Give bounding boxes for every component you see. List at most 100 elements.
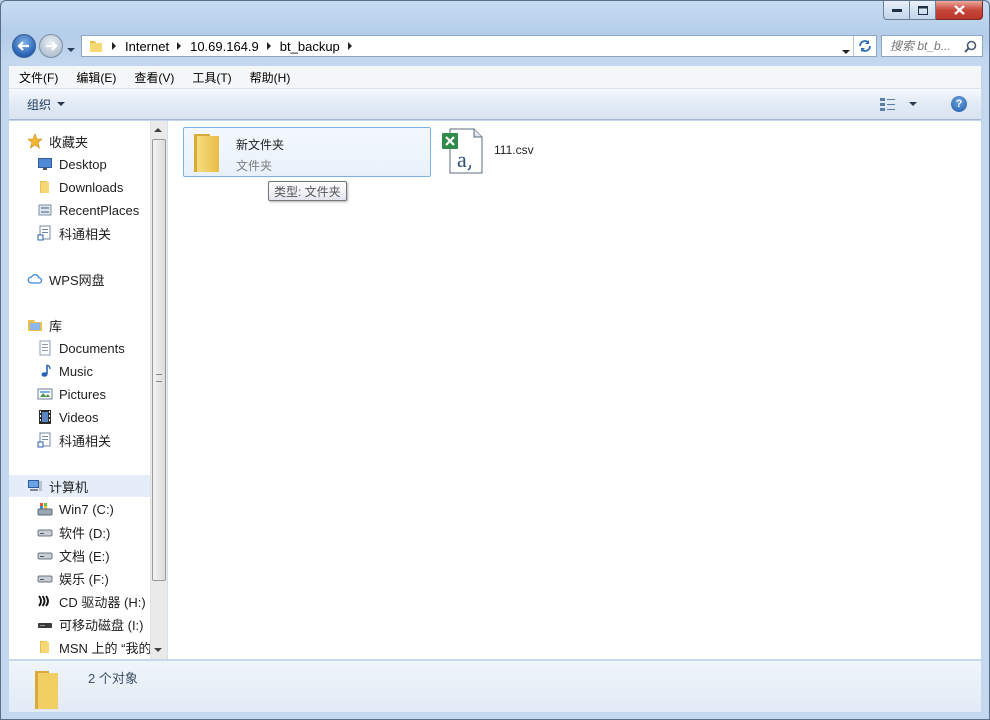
folder-icon	[90, 41, 102, 52]
view-options-icon	[880, 98, 895, 111]
music-icon	[41, 364, 51, 377]
refresh-button[interactable]	[853, 36, 876, 56]
search-input[interactable]	[890, 39, 968, 53]
help-icon[interactable]: ?	[951, 96, 967, 112]
breadcrumb-arrow[interactable]	[347, 42, 352, 50]
explorer-window: Internet 10.69.164.9 bt_backup 搜索 bt_b..…	[0, 0, 990, 720]
nav-item-msn[interactable]: MSN 上的 “我的	[37, 636, 150, 658]
back-button[interactable]	[12, 34, 36, 58]
maximize-button[interactable]	[910, 1, 936, 20]
nav-item-label: 可移动磁盘 (I:)	[59, 617, 144, 633]
minimize-icon	[891, 9, 902, 12]
nav-item-label: Documents	[59, 340, 125, 356]
folder-tile[interactable]: 新文件夹 文件夹	[183, 127, 431, 177]
nav-libraries[interactable]: 库	[27, 314, 62, 336]
nav-wps[interactable]: WPS网盘	[27, 268, 105, 290]
nav-favorites[interactable]: 收藏夹	[27, 130, 88, 152]
nav-item-ketong-lib[interactable]: 科通相关	[37, 429, 111, 451]
drive-icon	[37, 529, 53, 537]
computer-icon	[28, 480, 42, 491]
system-drive-icon	[37, 503, 53, 516]
minimize-button[interactable]	[883, 1, 910, 20]
nav-item-videos[interactable]: Videos	[37, 406, 99, 428]
chevron-down-icon[interactable]	[909, 102, 917, 106]
documents-icon	[39, 340, 51, 356]
back-arrow-icon	[17, 41, 29, 51]
pictures-icon	[37, 388, 53, 400]
drive-icon	[37, 552, 53, 560]
nav-computer[interactable]: 计算机	[9, 475, 150, 497]
nav-item-desktop[interactable]: Desktop	[37, 153, 107, 175]
recent-pages-dropdown[interactable]	[67, 42, 75, 56]
menu-file[interactable]: 文件(F)	[9, 69, 66, 86]
nav-item-recentplaces[interactable]: RecentPlaces	[37, 199, 139, 221]
search-icon[interactable]	[964, 40, 977, 53]
breadcrumb-internet[interactable]: Internet	[125, 39, 169, 54]
main-area: 收藏夹 Desktop Downloads RecentPlaces 科通相关 …	[9, 121, 981, 659]
nav-item-drive-h[interactable]: CD 驱动器 (H:) I	[37, 590, 150, 612]
nav-item-label: Music	[59, 363, 93, 379]
close-icon	[953, 5, 965, 15]
forward-arrow-icon	[46, 41, 58, 51]
nav-item-label: Desktop	[59, 156, 107, 172]
menu-tools[interactable]: 工具(T)	[182, 69, 239, 86]
navigation-bar: Internet 10.69.164.9 bt_backup	[9, 33, 983, 59]
nav-item-drive-e[interactable]: 文档 (E:)	[37, 544, 110, 566]
nav-item-label: 文档 (E:)	[59, 548, 110, 564]
forward-button[interactable]	[39, 34, 63, 58]
desktop-icon	[38, 158, 52, 170]
change-view-button[interactable]	[879, 97, 917, 111]
file-list: 新文件夹 文件夹 类型: 文件夹 a 111.csv	[168, 121, 981, 659]
nav-item-label: 软件 (D:)	[59, 525, 111, 541]
scroll-grip	[156, 374, 162, 382]
close-button[interactable]	[936, 1, 983, 20]
nav-item-label: MSN 上的 “我的	[59, 640, 150, 656]
cd-drive-icon	[38, 595, 49, 607]
nav-wps-label: WPS网盘	[49, 272, 105, 288]
breadcrumb-server[interactable]: 10.69.164.9	[190, 39, 259, 54]
navigation-pane: 收藏夹 Desktop Downloads RecentPlaces 科通相关 …	[9, 121, 150, 659]
menu-edit[interactable]: 编辑(E)	[66, 69, 124, 86]
scroll-up-icon[interactable]	[154, 128, 162, 132]
folder-icon	[35, 671, 58, 709]
search-box[interactable]	[881, 35, 983, 57]
library-icon	[28, 320, 42, 331]
details-pane: 2 个对象	[9, 660, 981, 712]
address-history-dropdown[interactable]	[842, 44, 850, 58]
breadcrumb-arrow[interactable]	[177, 42, 182, 50]
organize-label: 组织	[27, 97, 52, 112]
nav-item-downloads[interactable]: Downloads	[37, 176, 123, 198]
nav-item-pictures[interactable]: Pictures	[37, 383, 106, 405]
address-bar[interactable]: Internet 10.69.164.9 bt_backup	[81, 35, 877, 57]
menu-help[interactable]: 帮助(H)	[240, 69, 299, 86]
nav-item-drive-c[interactable]: Win7 (C:)	[37, 498, 114, 520]
nav-item-label: Pictures	[59, 386, 106, 402]
breadcrumb-bt-backup[interactable]: bt_backup	[280, 39, 340, 54]
nav-item-drive-f[interactable]: 娱乐 (F:)	[37, 567, 109, 589]
nav-item-label: Videos	[59, 409, 99, 425]
star-icon	[27, 133, 43, 149]
nav-item-drive-i[interactable]: 可移动磁盘 (I:)	[37, 613, 144, 635]
scroll-thumb[interactable]	[152, 139, 166, 581]
breadcrumb-arrow[interactable]	[266, 42, 271, 50]
folder-icon	[40, 641, 49, 653]
nav-item-ketong[interactable]: 科通相关	[37, 222, 111, 244]
organize-button[interactable]: 组织	[27, 96, 66, 113]
cloud-icon	[27, 274, 43, 284]
nav-item-music[interactable]: Music	[37, 360, 93, 382]
nav-scrollbar[interactable]	[150, 121, 167, 659]
nav-item-label: CD 驱动器 (H:) I	[59, 594, 150, 610]
scroll-down-icon[interactable]	[154, 648, 162, 652]
nav-item-documents[interactable]: Documents	[37, 337, 125, 359]
breadcrumb-arrow[interactable]	[112, 42, 116, 50]
nav-libraries-label: 库	[49, 318, 63, 334]
chevron-down-icon	[57, 102, 66, 106]
csv-file-tile[interactable]: a 111.csv	[440, 127, 550, 177]
shortcut-icon	[37, 225, 51, 241]
menu-view[interactable]: 查看(V)	[124, 69, 182, 86]
item-count: 2 个对象	[88, 671, 138, 686]
folder-name: 新文件夹	[236, 138, 285, 152]
nav-item-label: Downloads	[59, 179, 124, 195]
nav-item-label: 娱乐 (F:)	[59, 571, 109, 587]
nav-item-drive-d[interactable]: 软件 (D:)	[37, 521, 110, 543]
